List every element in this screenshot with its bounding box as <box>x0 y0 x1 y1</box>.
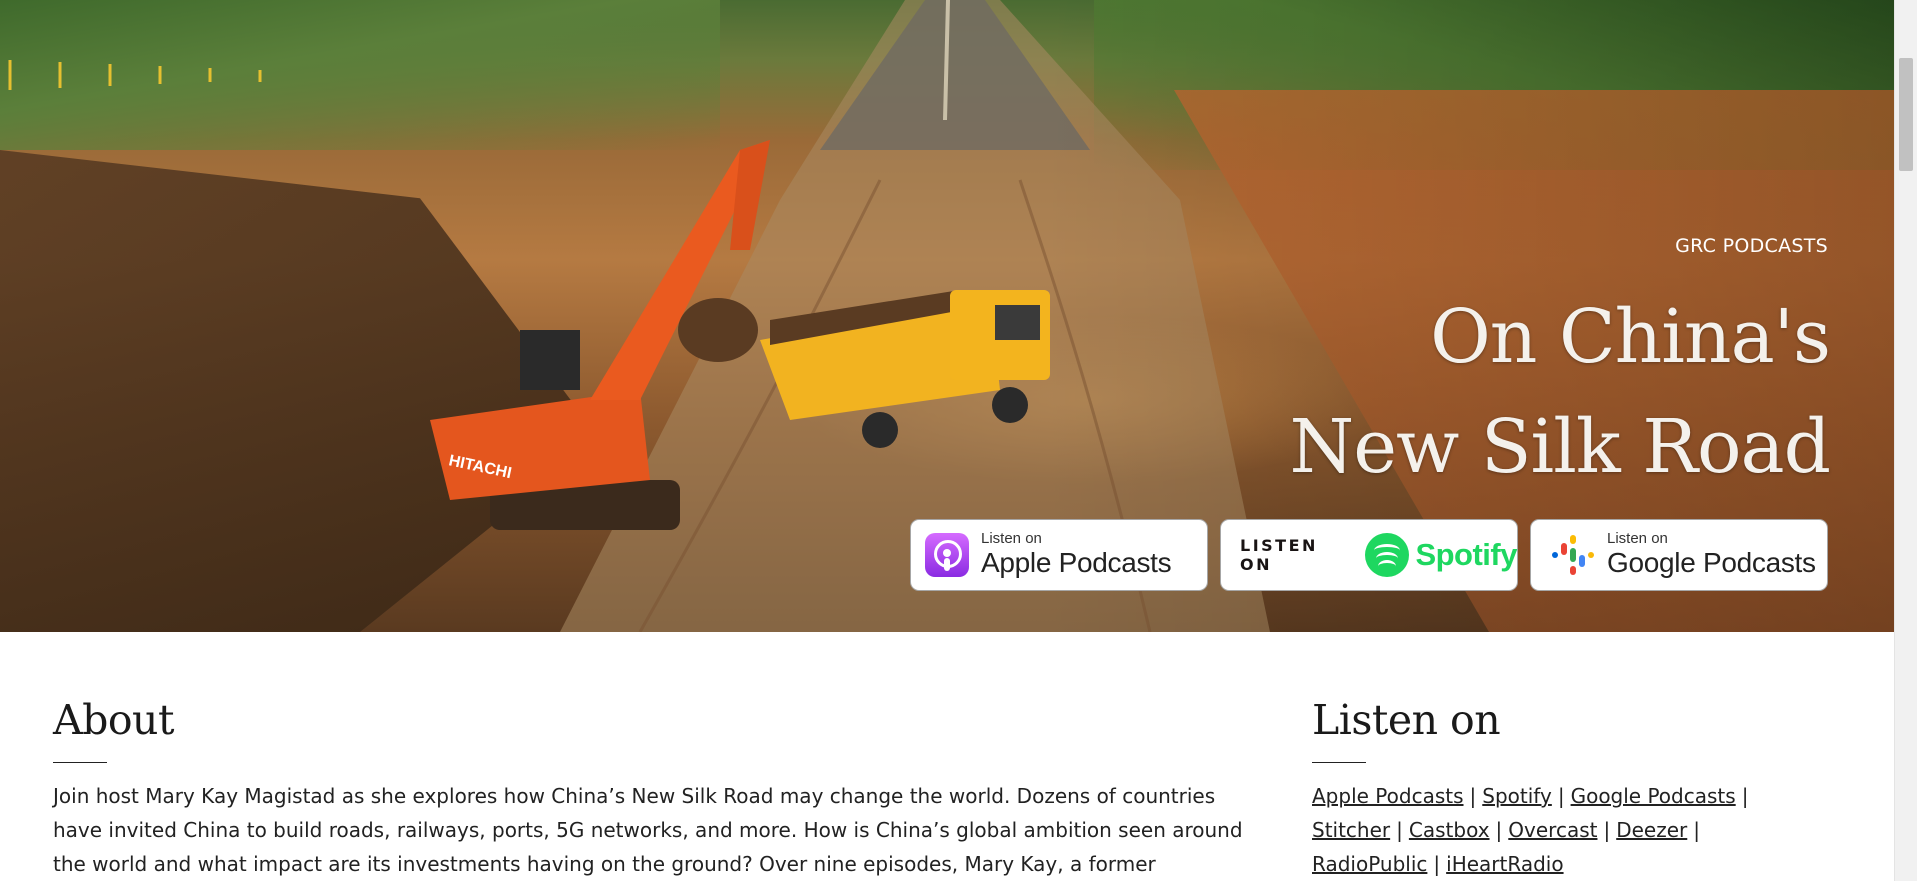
about-text: Join host Mary Kay Magistad as she explo… <box>53 784 1243 876</box>
link-stitcher[interactable]: Stitcher <box>1312 818 1390 842</box>
link-spotify[interactable]: Spotify <box>1482 784 1552 808</box>
scrollbar-thumb[interactable] <box>1899 58 1913 171</box>
listen-on-heading-rule <box>1312 762 1366 763</box>
about-section: About Join host Mary Kay Magistad as she… <box>53 692 1253 881</box>
spotify-badge-listen-label: LISTEN ON <box>1240 536 1318 574</box>
apple-podcasts-badge-text: Listen on Apple Podcasts <box>981 530 1172 579</box>
link-separator: | <box>1469 784 1477 808</box>
listen-on-section: Listen on Apple Podcasts | Spotify | Google … <box>1312 692 1852 881</box>
google-badge-small-label: Listen on <box>1607 530 1668 547</box>
link-separator: | <box>1741 784 1749 808</box>
link-google-podcasts[interactable]: Google Podcasts <box>1571 784 1736 808</box>
hero-banner: HITACHI GRC PODCASTS <box>0 0 1894 632</box>
hero-title-line-1: On China's <box>1430 294 1831 380</box>
link-separator: | <box>1693 818 1701 842</box>
link-overcast[interactable]: Overcast <box>1508 818 1597 842</box>
link-castbox[interactable]: Castbox <box>1409 818 1490 842</box>
link-separator: | <box>1603 818 1611 842</box>
link-separator: | <box>1433 852 1441 876</box>
listen-on-heading: Listen on <box>1312 696 1501 744</box>
google-podcasts-icon <box>1551 533 1595 577</box>
spotify-badge[interactable]: LISTEN ON Spotify <box>1220 519 1518 591</box>
apple-badge-small-label: Listen on <box>981 530 1042 547</box>
podcast-badges: Listen on Apple Podcasts LISTEN ON Spoti… <box>910 519 1828 591</box>
google-podcasts-badge-text: Listen on Google Podcasts <box>1607 531 1816 579</box>
page: HITACHI GRC PODCASTS <box>0 0 1917 881</box>
link-radiopublic[interactable]: RadioPublic <box>1312 852 1427 876</box>
vertical-scrollbar[interactable] <box>1894 0 1917 881</box>
spotify-badge-wordmark: Spotify <box>1415 537 1517 572</box>
google-badge-big-label: Google Podcasts <box>1607 547 1816 578</box>
link-separator: | <box>1495 818 1503 842</box>
apple-badge-big-label: Apple Podcasts <box>981 547 1172 578</box>
hero-title-line-2: New Silk Road <box>1289 404 1831 490</box>
link-apple-podcasts[interactable]: Apple Podcasts <box>1312 784 1464 808</box>
apple-podcasts-icon <box>925 533 969 577</box>
spotify-icon <box>1365 533 1410 577</box>
link-iheartradio[interactable]: iHeartRadio <box>1446 852 1563 876</box>
apple-podcasts-badge[interactable]: Listen on Apple Podcasts <box>910 519 1208 591</box>
link-separator: | <box>1557 784 1565 808</box>
listen-on-links: Apple Podcasts | Spotify | Google Podcasts | … <box>1312 779 1852 881</box>
link-deezer[interactable]: Deezer <box>1616 818 1687 842</box>
hero-title: On China's New Silk Road <box>1289 282 1831 502</box>
link-separator: | <box>1396 818 1403 842</box>
about-heading: About <box>53 696 174 744</box>
hero-kicker: GRC PODCASTS <box>1675 235 1828 257</box>
about-heading-rule <box>53 762 107 763</box>
google-podcasts-badge[interactable]: Listen on Google Podcasts <box>1530 519 1828 591</box>
